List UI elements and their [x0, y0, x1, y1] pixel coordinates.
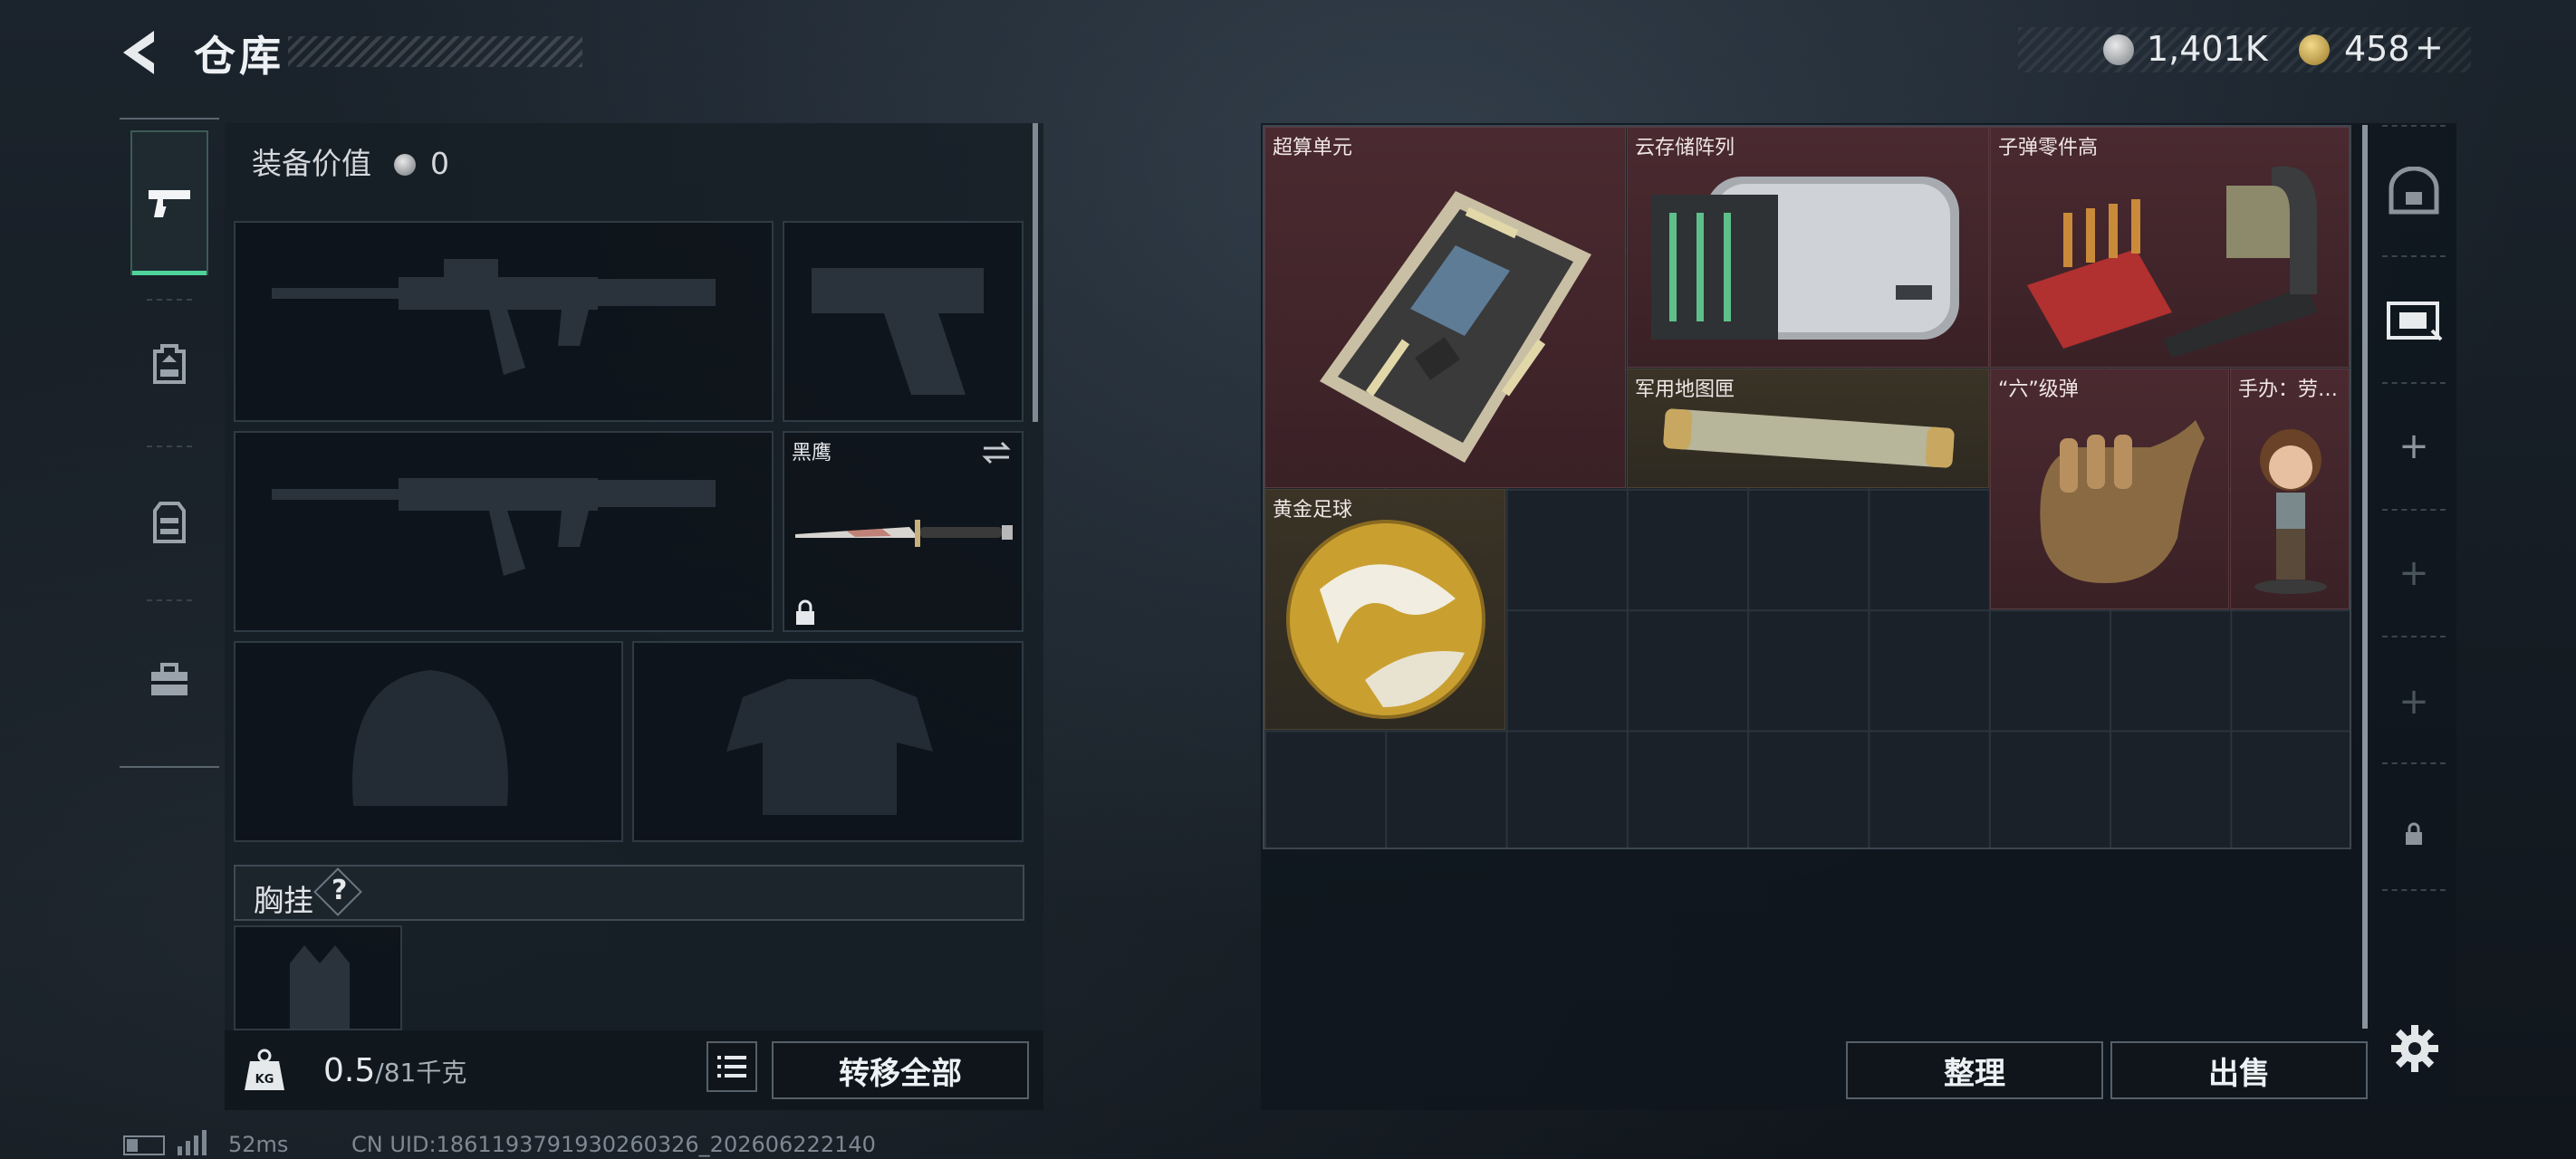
bullet-hand-image — [2040, 420, 2205, 583]
settings-button[interactable] — [2389, 1023, 2440, 1074]
tab-backpack[interactable] — [130, 292, 208, 436]
silver-coin-icon — [393, 154, 416, 176]
circuit-board-image — [1320, 191, 1591, 463]
chest-rig-silhouette-icon — [290, 945, 350, 1029]
signal-icon — [178, 1130, 207, 1155]
chest-rig-label: 胸挂 — [254, 883, 313, 918]
storage-item[interactable]: 手办：劳… — [2230, 369, 2350, 609]
back-button[interactable] — [118, 27, 165, 78]
equipment-value-row: 装备价值 0 — [252, 139, 449, 183]
storage-item[interactable]: 云存储阵列 — [1627, 127, 1989, 368]
storage-array-image — [1651, 177, 1959, 340]
pistol-silhouette-icon — [812, 268, 984, 395]
golden-ball-image — [1286, 520, 1485, 719]
vest-icon — [153, 502, 186, 543]
equipment-tab-column — [120, 118, 219, 768]
helmet-slot[interactable] — [234, 641, 623, 842]
lock-icon — [796, 599, 814, 625]
tab-toolbox[interactable] — [130, 608, 208, 753]
storage-item[interactable]: “六”级弹 — [1990, 369, 2229, 609]
list-view-button[interactable] — [706, 1041, 757, 1092]
chest-rig-slot[interactable] — [234, 925, 402, 1030]
melee-item-name: 黑鹰 — [792, 442, 832, 465]
storage-item[interactable]: 子弹零件高 — [1990, 127, 2350, 368]
add-container-button-2[interactable]: + — [2384, 543, 2444, 603]
sidearm-slot[interactable] — [783, 221, 1024, 422]
armor-silhouette-icon — [726, 679, 933, 815]
toolbox-icon — [151, 663, 187, 695]
weight-max: /81千克 — [375, 1058, 467, 1087]
armor-slot[interactable] — [632, 641, 1024, 842]
backpack-icon — [153, 344, 186, 384]
storage-item[interactable]: 黄金足球 — [1264, 489, 1505, 730]
swap-icon[interactable] — [980, 440, 1013, 465]
item-name: 军用地图匣 — [1635, 378, 1735, 401]
currency-silver-amount: 1,401K — [2147, 29, 2268, 69]
battery-icon — [123, 1135, 165, 1155]
weight-current: 0.5 — [323, 1052, 376, 1089]
equipment-value-label: 装备价值 — [252, 146, 371, 181]
ping-readout: 52ms — [228, 1132, 289, 1157]
lock-icon — [2406, 822, 2422, 845]
locked-container — [2384, 804, 2444, 864]
sort-button[interactable]: 整理 — [1846, 1041, 2103, 1099]
pistol-icon — [149, 190, 190, 217]
transfer-all-button[interactable]: 转移全部 — [772, 1041, 1029, 1099]
list-icon — [717, 1056, 746, 1078]
currency-gold-amount: 458 — [2344, 29, 2410, 69]
item-name: 手办：劳… — [2238, 378, 2339, 401]
primary-weapon-slot-2[interactable] — [234, 431, 774, 632]
storage-container-2[interactable] — [2384, 288, 2444, 348]
silver-coin-icon — [2103, 34, 2134, 65]
svg-text:KG: KG — [255, 1073, 274, 1087]
storage-container-1[interactable] — [2384, 161, 2444, 221]
tab-weapons[interactable] — [130, 130, 208, 275]
ammo-parts-image — [2027, 166, 2317, 358]
add-currency-button[interactable]: + — [2415, 27, 2444, 67]
weight-readout: 0.5/81千克 — [323, 1052, 466, 1089]
item-name: 子弹零件高 — [1998, 137, 2099, 159]
add-container-button-3[interactable]: + — [2384, 672, 2444, 732]
equipment-scrollbar[interactable] — [1033, 123, 1038, 422]
melee-slot[interactable]: 黑鹰 — [783, 431, 1024, 632]
gear-icon — [2391, 1025, 2438, 1072]
tab-vest[interactable] — [130, 450, 208, 595]
sell-button[interactable]: 出售 — [2110, 1041, 2368, 1099]
storage-item[interactable]: 军用地图匣 — [1627, 369, 1989, 488]
storage-scrollbar[interactable] — [2362, 125, 2368, 1029]
page-title: 仓库 — [194, 32, 284, 81]
gold-coin-icon — [2299, 34, 2330, 65]
help-badge-text: ? — [332, 875, 348, 906]
figurine-image — [2254, 429, 2327, 594]
map-case-image — [1663, 408, 1955, 468]
storage-item[interactable]: 超算单元 — [1264, 127, 1626, 488]
add-container-button-1[interactable]: + — [2384, 417, 2444, 476]
weight-icon: KG — [243, 1047, 286, 1094]
back-arrow-icon — [123, 31, 154, 74]
helmet-silhouette-icon — [352, 670, 508, 806]
equipment-value-amount: 0 — [430, 146, 449, 181]
item-name: 云存储阵列 — [1635, 137, 1735, 159]
rifle-silhouette-icon — [272, 478, 716, 576]
safe-box-icon — [2389, 167, 2439, 215]
item-name: “六”级弹 — [1998, 378, 2079, 401]
primary-weapon-slot-1[interactable] — [234, 221, 774, 422]
uid-readout: CN UID:1861193791930260326_202606222140 — [351, 1132, 876, 1157]
title-decoration — [288, 36, 582, 67]
knife-image — [795, 520, 1013, 547]
rifle-silhouette-icon — [272, 259, 716, 375]
case-icon — [2387, 302, 2443, 341]
